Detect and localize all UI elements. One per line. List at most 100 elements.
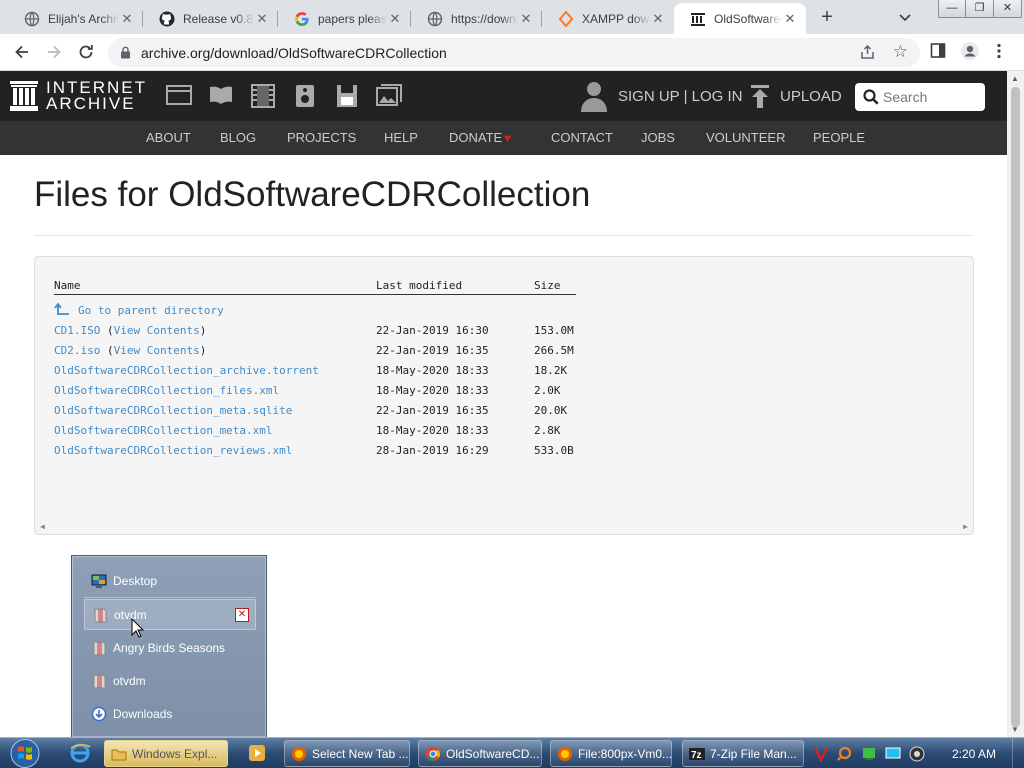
tab-strip: Elijah's Archive ✕ Release v0.8.3 ✕ pape… <box>0 0 1024 34</box>
reload-icon[interactable] <box>76 42 96 62</box>
video-icon[interactable] <box>250 84 292 108</box>
nav-people[interactable]: PEOPLE <box>813 130 865 145</box>
file-link[interactable]: CD2.iso <box>54 344 100 357</box>
jumplist-item-downloads[interactable]: Downloads <box>84 698 256 729</box>
tray-v-icon[interactable] <box>812 746 830 763</box>
tab-close-icon[interactable]: ✕ <box>119 11 135 27</box>
lock-icon[interactable] <box>120 46 131 64</box>
hscroll-right-arrow-icon[interactable]: ▶ <box>963 522 968 531</box>
nav-blog[interactable]: BLOG <box>220 130 256 145</box>
jumplist-item-otvdm-2[interactable]: otvdm <box>84 665 256 696</box>
file-link[interactable]: OldSoftwareCDRCollection_meta.xml <box>54 424 273 437</box>
nav-help[interactable]: HELP <box>384 130 418 145</box>
file-size: 2.0K <box>534 384 561 397</box>
restore-button[interactable]: ❐ <box>966 0 994 18</box>
upload-icon[interactable] <box>750 85 770 114</box>
remove-close-icon[interactable]: ✕ <box>235 608 249 622</box>
taskbar-file-vm[interactable]: File:800px-Vm0... <box>550 740 672 767</box>
parent-dir-link[interactable]: Go to parent directory <box>78 304 224 317</box>
texts-icon[interactable] <box>208 84 250 108</box>
signup-login-link[interactable]: SIGN UP | LOG IN <box>618 88 742 105</box>
tray-obs-icon[interactable] <box>908 746 926 762</box>
tray-search-icon[interactable] <box>836 746 854 762</box>
user-avatar-icon[interactable] <box>580 80 608 117</box>
tab-oldsoftware[interactable]: OldSoftwareCDRCollection ✕ <box>674 3 806 34</box>
media-player-icon[interactable] <box>246 742 268 764</box>
nav-projects[interactable]: PROJECTS <box>287 130 356 145</box>
internet-explorer-icon[interactable] <box>69 742 91 764</box>
nav-about[interactable]: ABOUT <box>146 130 191 145</box>
file-link[interactable]: OldSoftwareCDRCollection_archive.torrent <box>54 364 319 377</box>
search-icon[interactable] <box>863 89 879 105</box>
tab-title: XAMPP download <box>582 11 650 26</box>
nav-contact[interactable]: CONTACT <box>551 130 613 145</box>
audio-icon[interactable] <box>292 84 334 108</box>
view-contents-link[interactable]: View Contents <box>114 344 200 357</box>
file-link[interactable]: CD1.ISO <box>54 324 100 337</box>
tab-close-icon[interactable]: ✕ <box>650 11 666 27</box>
file-modified: 28-Jan-2019 16:29 <box>376 444 489 457</box>
tab-close-icon[interactable]: ✕ <box>254 11 270 27</box>
explorer-jump-list: Desktop otvdm ✕ Angry Birds Seasons otvd… <box>71 555 267 738</box>
nav-volunteer[interactable]: VOLUNTEER <box>706 130 785 145</box>
tab-xampp[interactable]: XAMPP download ✕ <box>542 3 674 34</box>
parent-dir-arrow-icon[interactable] <box>54 302 70 316</box>
web-icon[interactable] <box>166 84 208 108</box>
new-tab-button[interactable]: + <box>815 5 839 29</box>
images-icon[interactable] <box>376 84 418 108</box>
tray-monitor-icon[interactable] <box>884 746 902 762</box>
taskbar-chrome-oldsoftware[interactable]: OldSoftwareCD... <box>418 740 542 767</box>
scroll-up-arrow-icon[interactable]: ▲ <box>1011 74 1019 83</box>
url-text[interactable]: archive.org/download/OldSoftwareCDRColle… <box>141 45 447 61</box>
jumplist-item-desktop[interactable]: Desktop <box>84 565 256 596</box>
tab-close-icon[interactable]: ✕ <box>518 11 534 27</box>
taskbar-clock[interactable]: 2:20 AM <box>952 747 996 761</box>
sidepanel-icon[interactable] <box>930 42 946 65</box>
tab-close-icon[interactable]: ✕ <box>387 11 403 27</box>
start-orb-icon[interactable] <box>7 738 43 768</box>
view-contents-link[interactable]: View Contents <box>114 324 200 337</box>
ia-logo[interactable]: INTERNET ARCHIVE <box>10 79 147 112</box>
jumplist-label: Angry Birds Seasons <box>113 640 226 655</box>
file-modified: 22-Jan-2019 16:35 <box>376 404 489 417</box>
nav-jobs[interactable]: JOBS <box>641 130 675 145</box>
taskbar-windows-explorer[interactable]: Windows Expl... <box>104 740 228 767</box>
7zip-icon: 7z <box>689 747 705 761</box>
search-input[interactable] <box>883 87 979 107</box>
hscroll-left-arrow-icon[interactable]: ◀ <box>40 522 45 531</box>
menu-kebab-icon[interactable] <box>996 42 1002 65</box>
minimize-button[interactable]: — <box>938 0 966 18</box>
close-window-button[interactable]: ✕ <box>994 0 1022 18</box>
ia-nav-bar: ABOUT BLOG PROJECTS HELP DONATE ♥ CONTAC… <box>0 121 1007 155</box>
scrollbar-thumb[interactable] <box>1011 87 1020 727</box>
tray-network-icon[interactable] <box>860 746 878 762</box>
tab-search-chevron-icon[interactable] <box>896 8 914 26</box>
address-bar[interactable]: archive.org/download/OldSoftwareCDRColle… <box>108 38 920 67</box>
taskbar-select-new-tab[interactable]: Select New Tab ... <box>284 740 410 767</box>
bookmark-star-icon[interactable]: ☆ <box>893 43 908 61</box>
jumplist-item-angry-birds[interactable]: Angry Birds Seasons <box>84 632 256 663</box>
nav-donate[interactable]: DONATE <box>449 130 502 145</box>
tab-downloads-url[interactable]: https://downloads ✕ <box>411 3 542 34</box>
software-icon[interactable] <box>334 84 376 108</box>
tab-papers-please[interactable]: papers please ✕ <box>278 3 411 34</box>
tab-elijahs-archive[interactable]: Elijah's Archive ✕ <box>8 3 143 34</box>
taskbar-label: 7-Zip File Man... <box>710 746 797 761</box>
page-scrollbar[interactable]: ▲ ▼ <box>1007 71 1024 737</box>
profile-avatar-icon[interactable] <box>960 41 980 66</box>
jumplist-item-otvdm[interactable]: otvdm ✕ <box>84 599 256 630</box>
forward-arrow-icon[interactable] <box>44 42 64 62</box>
file-link[interactable]: OldSoftwareCDRCollection_reviews.xml <box>54 444 292 457</box>
tab-release[interactable]: Release v0.8.3 ✕ <box>143 3 278 34</box>
scroll-down-arrow-icon[interactable]: ▼ <box>1011 725 1019 734</box>
back-arrow-icon[interactable] <box>12 42 32 62</box>
show-desktop-button[interactable] <box>1012 738 1024 768</box>
listing-header: Name Last modified Size <box>54 279 576 295</box>
share-icon[interactable] <box>859 44 876 66</box>
file-link[interactable]: OldSoftwareCDRCollection_files.xml <box>54 384 279 397</box>
tab-title: Elijah's Archive <box>48 11 119 26</box>
upload-link[interactable]: UPLOAD <box>780 88 842 105</box>
taskbar-7zip[interactable]: 7z 7-Zip File Man... <box>682 740 804 767</box>
tab-close-icon[interactable]: ✕ <box>782 11 798 27</box>
file-link[interactable]: OldSoftwareCDRCollection_meta.sqlite <box>54 404 292 417</box>
